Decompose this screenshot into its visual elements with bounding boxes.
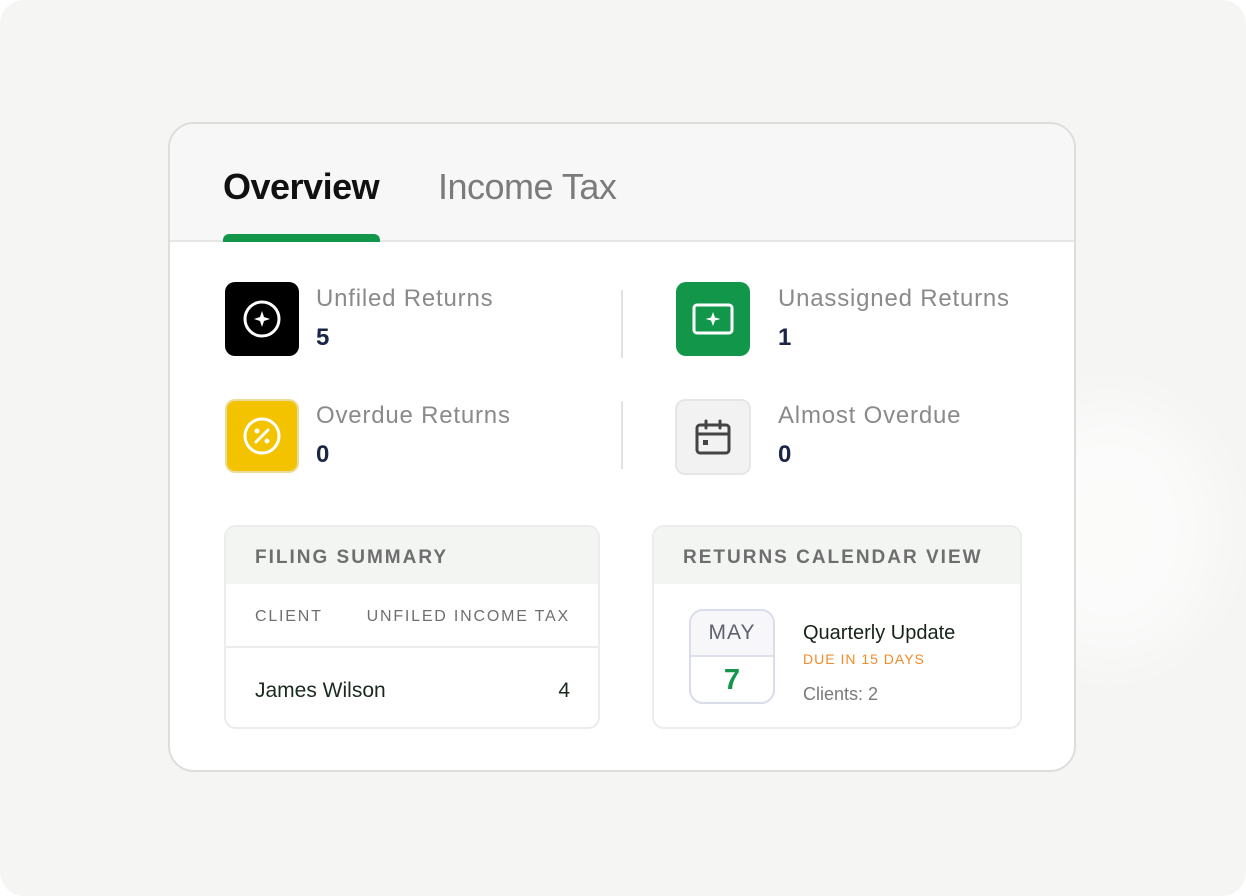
event-clients: Clients: 2 (803, 684, 879, 704)
percent-circle-icon (225, 399, 299, 473)
panel-header: RETURNS CALENDAR VIEW (654, 527, 1020, 584)
stat-divider (621, 401, 623, 469)
unfiled-returns-value[interactable]: 5 (316, 324, 329, 352)
tab-overview[interactable]: Overview (223, 166, 380, 208)
sparkle-screen-icon (676, 282, 750, 356)
column-header-unfiled-income-tax[interactable]: UNFILED INCOME TAX (367, 608, 570, 626)
overdue-returns-value[interactable]: 0 (316, 441, 329, 469)
stat-divider (621, 290, 623, 358)
active-tab-indicator (223, 234, 380, 242)
calendar-date-badge[interactable]: MAY 7 (689, 609, 775, 704)
page-background: Overview Income Tax Unfiled Returns 5 Un… (0, 0, 1246, 896)
tab-bar: Overview Income Tax (170, 124, 1074, 242)
almost-overdue-label: Almost Overdue (778, 402, 962, 429)
panel-header: FILING SUMMARY (226, 527, 598, 584)
client-name-cell[interactable]: James Wilson (255, 679, 386, 703)
row-divider (226, 646, 598, 648)
overdue-returns-label: Overdue Returns (316, 402, 511, 429)
filing-summary-title: FILING SUMMARY (255, 547, 449, 568)
unassigned-returns-label: Unassigned Returns (778, 285, 1010, 312)
unfiled-returns-label: Unfiled Returns (316, 285, 494, 312)
calendar-icon (675, 399, 751, 475)
unfiled-income-tax-cell: 4 (558, 679, 570, 702)
filing-summary-panel: FILING SUMMARY CLIENT UNFILED INCOME TAX… (224, 525, 600, 729)
unassigned-returns-value[interactable]: 1 (778, 324, 791, 352)
column-header-client[interactable]: CLIENT (255, 608, 323, 626)
sparkle-circle-icon (225, 282, 299, 356)
calendar-month: MAY (691, 611, 773, 657)
event-due-badge: DUE IN 15 DAYS (803, 651, 925, 667)
returns-calendar-title: RETURNS CALENDAR VIEW (683, 547, 983, 568)
returns-calendar-panel: RETURNS CALENDAR VIEW MAY 7 Quarterly Up… (652, 525, 1022, 729)
dashboard-card: Overview Income Tax Unfiled Returns 5 Un… (168, 122, 1076, 772)
calendar-day: 7 (723, 664, 741, 696)
event-title[interactable]: Quarterly Update (803, 622, 955, 645)
tab-income-tax[interactable]: Income Tax (438, 166, 617, 208)
almost-overdue-value[interactable]: 0 (778, 441, 791, 469)
